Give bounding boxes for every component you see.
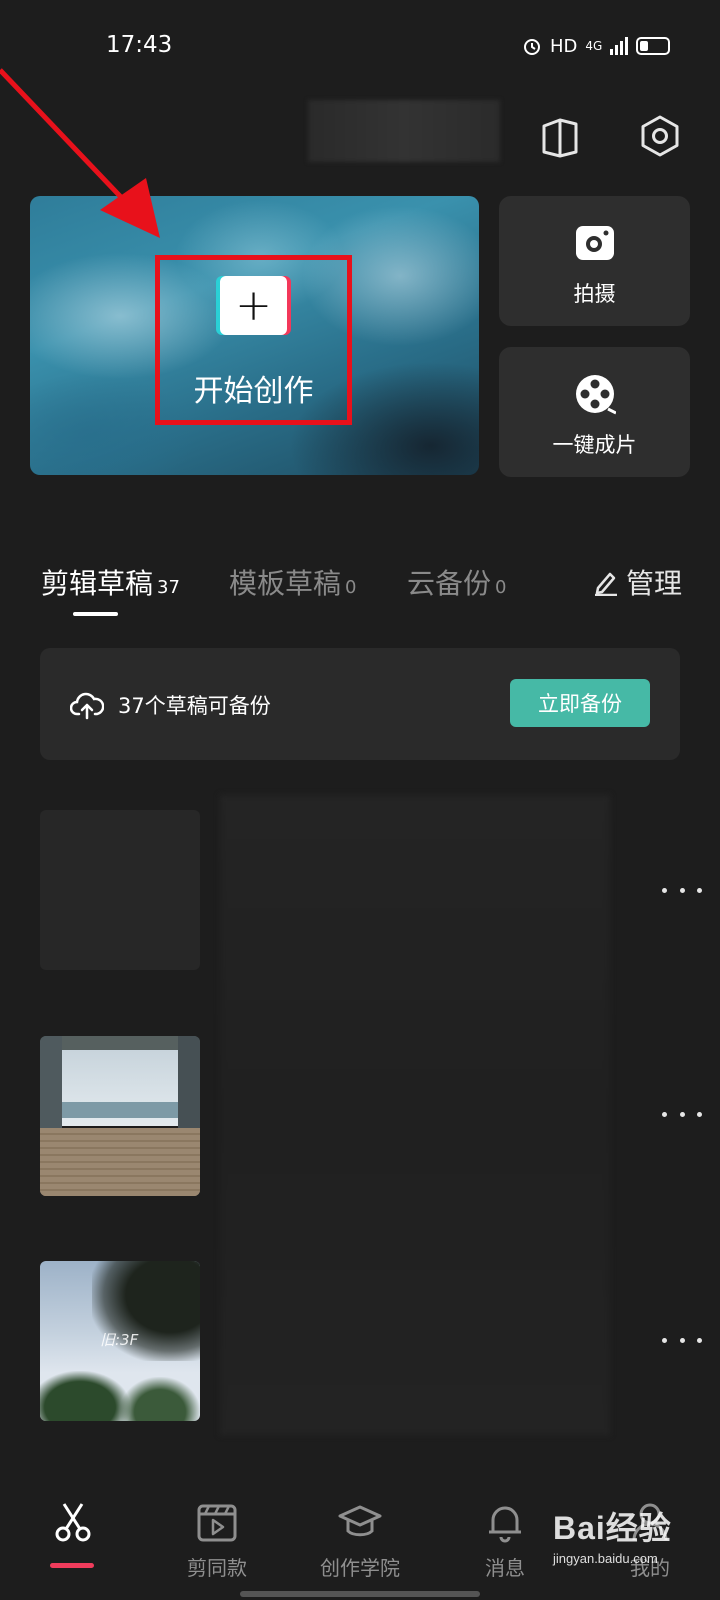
battery-icon — [636, 37, 671, 55]
more-options-icon[interactable] — [662, 1335, 702, 1345]
watermark-brand: Bai经验 — [553, 1510, 672, 1546]
signal-icon — [610, 37, 629, 55]
tab-template-drafts[interactable]: 模板草稿 0 — [229, 562, 356, 602]
camera-icon — [576, 226, 614, 260]
active-tab-indicator — [73, 612, 118, 616]
manage-button[interactable]: 管理 — [592, 562, 682, 602]
nav-item-messages[interactable]: 消息 — [440, 1500, 570, 1581]
blurred-draft-info — [220, 795, 610, 1435]
network-label: 4G — [585, 39, 603, 53]
backup-now-button[interactable]: 立即备份 — [510, 679, 650, 727]
edit-pencil-icon — [595, 572, 617, 596]
tab-label: 模板草稿 — [229, 567, 342, 600]
cloud-upload-icon — [70, 692, 104, 720]
more-options-icon[interactable] — [662, 1109, 702, 1119]
active-nav-indicator — [50, 1563, 94, 1568]
scissors-icon — [55, 1503, 91, 1542]
settings-icon[interactable] — [638, 114, 682, 158]
nav-item-edit[interactable] — [8, 1500, 138, 1552]
tab-edit-drafts[interactable]: 剪辑草稿 37 — [41, 562, 180, 602]
nav-label: 消息 — [485, 1556, 525, 1580]
add-icon[interactable]: + — [220, 276, 287, 335]
watermark-url: jingyan.baidu.com — [553, 1551, 658, 1566]
tutorial-book-icon[interactable] — [540, 116, 580, 160]
start-creating-label: 开始创作 — [193, 374, 314, 409]
annotation-arrow-icon — [0, 68, 160, 238]
manage-label: 管理 — [626, 567, 683, 600]
one-click-video-button[interactable]: 一键成片 — [499, 347, 690, 477]
more-options-icon[interactable] — [662, 885, 702, 895]
draft-thumbnail[interactable]: 旧:3F — [40, 1261, 200, 1421]
nav-label: 剪同款 — [187, 1556, 247, 1580]
clapperboard-icon — [197, 1504, 237, 1542]
status-icons: HD 4G — [522, 32, 672, 60]
status-time: 17:43 — [106, 32, 173, 58]
tab-cloud-backup[interactable]: 云备份 0 — [407, 562, 506, 602]
bell-icon — [489, 1506, 521, 1543]
nav-item-academy[interactable]: 创作学院 — [295, 1500, 425, 1581]
nav-item-template[interactable]: 剪同款 — [152, 1500, 282, 1581]
one-click-label: 一键成片 — [552, 433, 637, 457]
home-indicator-bar[interactable] — [240, 1591, 480, 1597]
tab-count: 0 — [495, 577, 507, 598]
draft-thumbnail[interactable] — [40, 810, 200, 970]
baidu-watermark: Bai经验 jingyan.baidu.com — [553, 1503, 672, 1566]
shoot-button[interactable]: 拍摄 — [499, 196, 690, 326]
graduation-cap-icon — [338, 1505, 382, 1537]
film-reel-icon — [576, 375, 616, 415]
nav-label: 创作学院 — [320, 1556, 400, 1580]
blurred-username — [308, 100, 500, 162]
thumbnail-overlay-text: 旧:3F — [100, 1331, 139, 1349]
tab-label: 云备份 — [407, 567, 492, 600]
tab-count: 37 — [157, 577, 180, 598]
tab-label: 剪辑草稿 — [41, 567, 154, 600]
backup-info-text: 37个草稿可备份 — [118, 694, 271, 718]
shoot-label: 拍摄 — [573, 282, 616, 306]
tab-count: 0 — [345, 577, 357, 598]
hd-label: HD — [550, 35, 578, 57]
alarm-icon — [524, 39, 540, 55]
draft-thumbnail[interactable] — [40, 1036, 200, 1196]
